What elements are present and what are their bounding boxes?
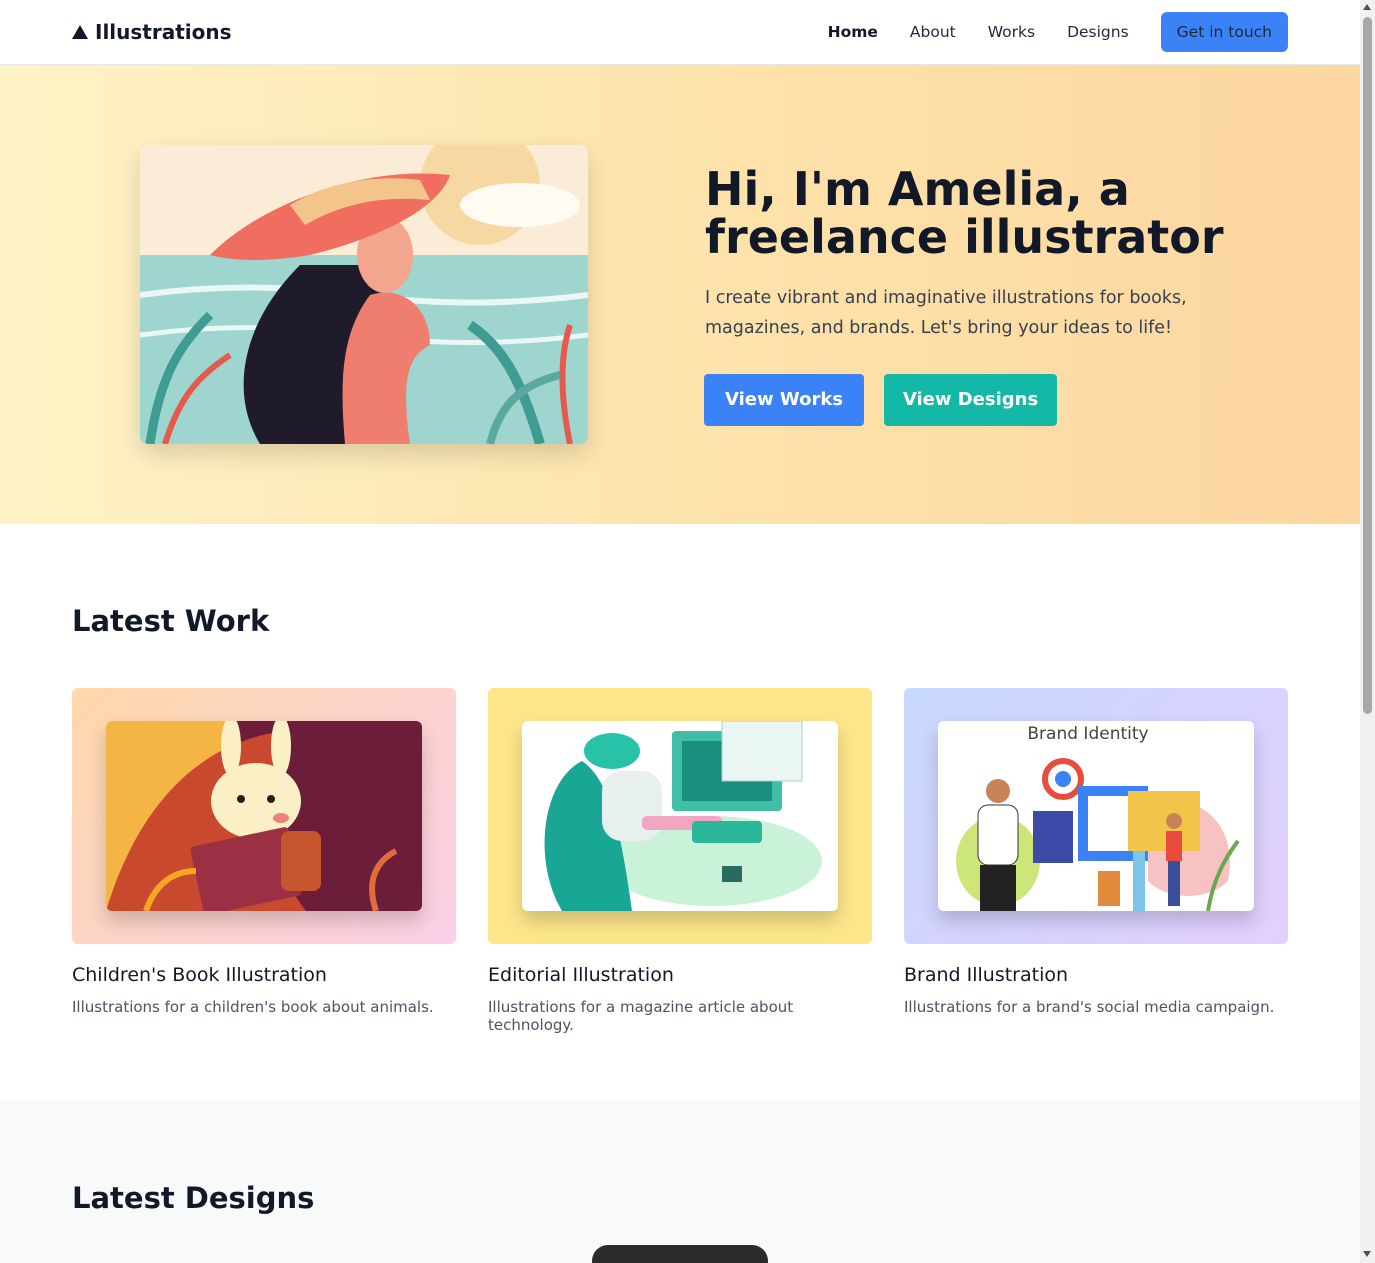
card-background [488,688,872,944]
scrollbar-thumb[interactable] [1363,17,1372,714]
get-in-touch-button[interactable]: Get in touch [1160,12,1288,52]
design-preview-image [592,1245,768,1263]
childrens-book-image [106,721,422,911]
card-title: Children's Book Illustration [72,964,327,986]
nav-about-link[interactable]: About [910,23,956,41]
nav-works-link[interactable]: Works [988,23,1035,41]
site-header: Illustrations Home About Works Designs G… [0,0,1360,65]
view-designs-button[interactable]: View Designs [884,374,1057,426]
latest-work-title: Latest Work [72,604,270,638]
hero-subtitle: I create vibrant and imaginative illustr… [705,288,1187,338]
logo-text: Illustrations [95,20,232,44]
card-background: Brand Identity [904,688,1288,944]
view-works-button[interactable]: View Works [704,374,864,426]
work-card[interactable]: Editorial Illustration Illustrations for… [488,688,872,1034]
logo[interactable]: Illustrations [72,20,232,44]
triangle-logo-icon [72,25,88,39]
scroll-down-arrow-icon[interactable] [1363,1251,1371,1257]
hero-section: Hi, I'm Amelia, a freelance illustrator … [0,65,1360,524]
brand-identity-text: Brand Identity [1027,724,1148,744]
card-background [72,688,456,944]
main-nav: Home About Works Designs Get in touch [796,12,1288,52]
page-scrollbar[interactable] [1360,0,1375,1263]
hero-title: Hi, I'm Amelia, a freelance illustrator [705,162,1224,264]
card-title: Editorial Illustration [488,964,674,986]
editorial-image [522,721,838,911]
card-description: Illustrations for a magazine article abo… [488,998,794,1034]
nav-home-link[interactable]: Home [828,23,878,41]
work-card[interactable]: Children's Book Illustration Illustratio… [72,688,456,1016]
latest-designs-title: Latest Designs [72,1181,315,1215]
brand-identity-image: Brand Identity [938,721,1254,911]
scroll-up-arrow-icon[interactable] [1363,4,1371,10]
hero-illustration-image [140,145,588,444]
work-card[interactable]: Brand Identity Brand Illustration Illust… [904,688,1288,1016]
card-title: Brand Illustration [904,964,1069,986]
card-description: Illustrations for a brand's social media… [904,998,1275,1016]
card-description: Illustrations for a children's book abou… [72,998,434,1016]
nav-designs-link[interactable]: Designs [1067,23,1129,41]
